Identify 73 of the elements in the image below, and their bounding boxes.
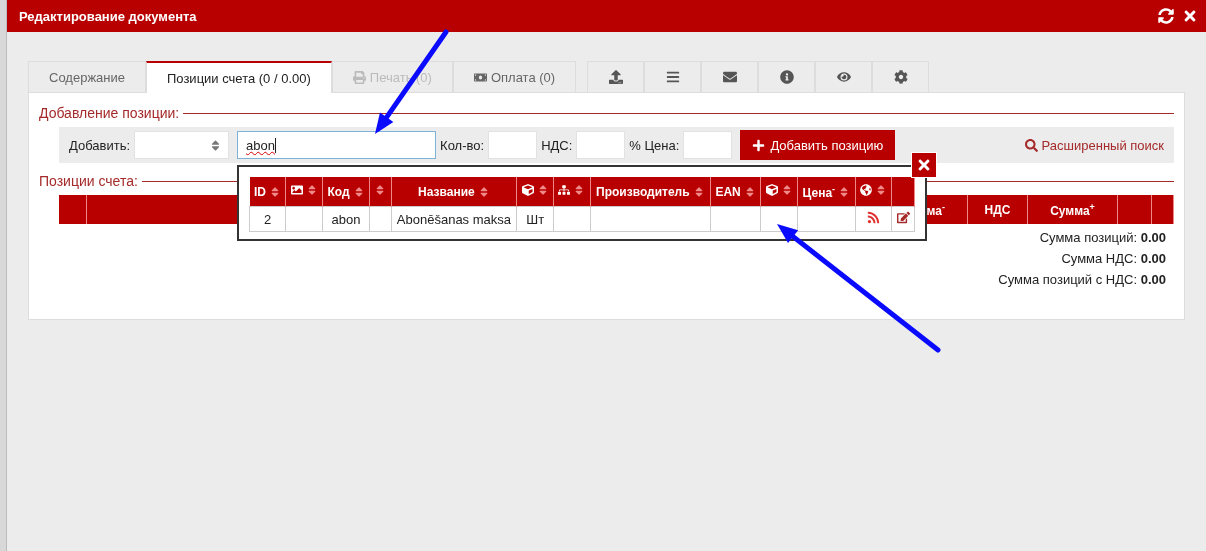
table-cell: Abonēšanas maksa xyxy=(391,206,517,232)
table-header-cell xyxy=(1152,195,1174,224)
vat-field[interactable] xyxy=(576,131,626,159)
table-cell: abon xyxy=(322,206,370,232)
column-header[interactable] xyxy=(369,177,392,207)
price-field[interactable] xyxy=(683,131,733,159)
window-title: Редактирование документа xyxy=(19,8,198,24)
icon-tab[interactable] xyxy=(701,61,759,92)
eye-icon xyxy=(836,70,851,84)
column-header[interactable] xyxy=(855,177,892,207)
envelope-icon xyxy=(722,70,737,84)
total-line: Сумма НДС: 0.00 xyxy=(1061,251,1166,266)
add-button[interactable]: Добавить позицию xyxy=(740,130,896,160)
column-label: ID xyxy=(253,184,266,199)
search-icon xyxy=(1024,138,1038,152)
refresh-icon[interactable] xyxy=(1158,8,1174,24)
box-icon xyxy=(521,184,534,196)
column-header[interactable]: Название xyxy=(391,177,517,207)
column-label: Название xyxy=(418,184,475,199)
total-line: Сумма позиций с НДС: 0.00 xyxy=(998,272,1166,287)
qty-field[interactable] xyxy=(488,131,538,159)
table-cell: Шт xyxy=(516,206,554,232)
column-header[interactable] xyxy=(891,177,915,207)
column-label: Производитель xyxy=(596,184,690,199)
column-header[interactable]: Сумма$^{+}$ xyxy=(1028,195,1118,224)
close-icon[interactable] xyxy=(1182,8,1198,24)
tab[interactable]: Позиции счета (0 / 0.00) xyxy=(146,61,332,93)
column-label: EAN xyxy=(715,184,741,199)
icon-tab[interactable] xyxy=(587,61,645,92)
settings-icon xyxy=(893,70,908,84)
column-header[interactable]: EAN xyxy=(710,177,761,207)
icon-tab[interactable] xyxy=(758,61,816,92)
table-cell: 2 xyxy=(249,206,286,232)
vat-label: НДС: xyxy=(541,137,573,153)
close-icon[interactable] xyxy=(916,157,932,173)
column-header[interactable]: Цена$^{-}$ xyxy=(797,177,856,207)
column-header[interactable] xyxy=(516,177,554,207)
column-header[interactable]: Код xyxy=(322,177,370,207)
total-line: Сумма позиций: 0.00 xyxy=(1039,230,1166,245)
edit-icon[interactable] xyxy=(896,211,910,224)
add-label: Добавить: xyxy=(69,137,131,153)
column-header[interactable]: НДС xyxy=(968,195,1028,224)
close-button[interactable] xyxy=(911,152,937,178)
plus-icon xyxy=(752,138,766,152)
table-header-cell xyxy=(59,195,87,224)
globe-icon xyxy=(860,184,873,196)
icon-tab[interactable] xyxy=(644,61,702,92)
column-header[interactable] xyxy=(553,177,591,207)
box-icon xyxy=(765,184,778,196)
column-label: Код xyxy=(327,184,350,199)
menu-icon xyxy=(665,70,680,84)
column-header[interactable]: Производитель xyxy=(590,177,711,207)
column-label: Цена$^{-}$ xyxy=(802,183,836,200)
tab[interactable]: Оплата (0) xyxy=(452,61,577,92)
icon-tab[interactable] xyxy=(815,61,873,92)
section-legend: Позиции счета: xyxy=(39,173,138,189)
image-icon xyxy=(290,184,303,196)
search-field[interactable]: abon xyxy=(237,131,437,159)
table-header-cell xyxy=(1118,195,1152,224)
sitemap-icon xyxy=(558,184,571,196)
price-label: % Цена: xyxy=(629,137,680,153)
column-header[interactable] xyxy=(760,177,798,207)
qty-label: Кол-во: xyxy=(440,137,485,153)
printer-icon xyxy=(352,70,366,84)
rss-icon[interactable] xyxy=(867,211,881,224)
upload-icon xyxy=(608,70,623,84)
icon-tab[interactable] xyxy=(872,61,930,92)
section-legend: Добавление позиции: xyxy=(39,105,180,121)
advanced-search-link[interactable]: Расширенный поиск xyxy=(1024,137,1164,153)
tab[interactable]: Содержание xyxy=(28,61,146,92)
column-header[interactable]: ID xyxy=(249,177,286,207)
info-icon xyxy=(779,70,794,84)
column-header[interactable] xyxy=(285,177,323,207)
